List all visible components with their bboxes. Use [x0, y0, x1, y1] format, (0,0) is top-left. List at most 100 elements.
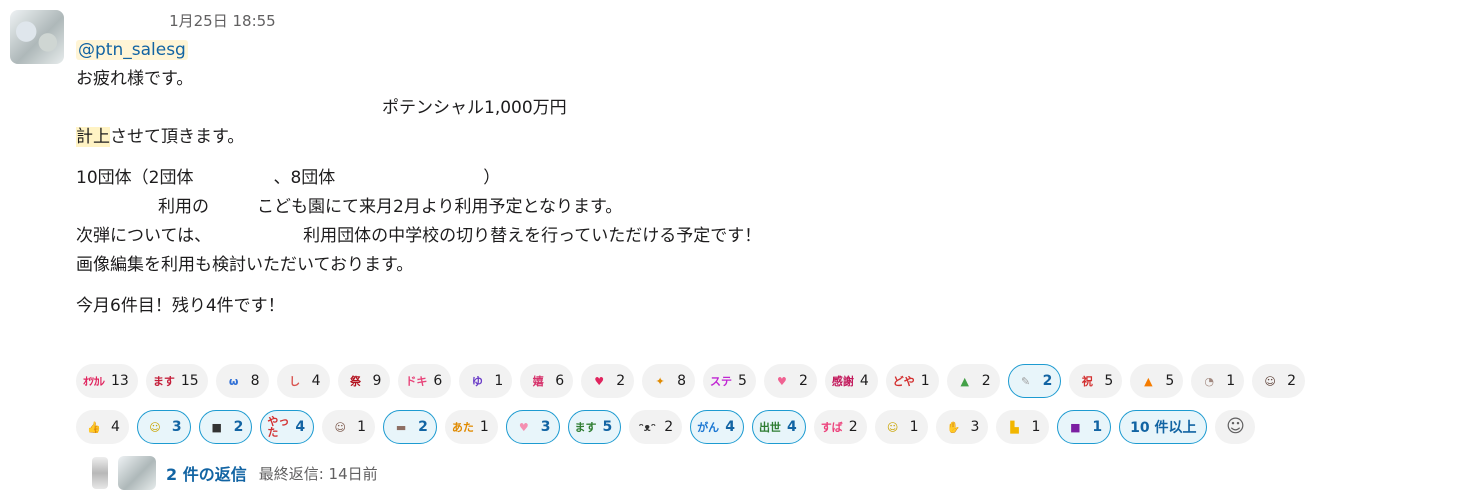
sender-name[interactable] — [76, 10, 164, 26]
reaction-count: 4 — [786, 419, 797, 435]
reaction-pill[interactable]: ♥ 3 — [505, 410, 560, 444]
reaction-count: 8 — [250, 373, 260, 389]
body-line: 今月6件目！残り4件です！ — [76, 296, 285, 316]
add-reaction-icon: ☺ — [1226, 416, 1245, 437]
reaction-count: 4 — [859, 373, 869, 389]
tiny-person-emoji: ☺ — [334, 420, 346, 434]
reaction-pill[interactable]: ω8 — [215, 364, 269, 398]
reaction-count: 8 — [677, 373, 687, 389]
reaction-pill[interactable]: どや 1 — [885, 364, 939, 398]
two-hearts-emoji: ♥ — [777, 374, 787, 388]
reaction-pill[interactable]: 感謝 4 — [824, 364, 878, 398]
smile-face-emoji: ☺ — [886, 420, 899, 434]
yattane-emoji: やった — [267, 415, 290, 439]
heart-sparkle-emoji: ♥ — [594, 374, 605, 388]
reaction-count: 1 — [494, 373, 504, 389]
reaction-bar: ｵﾂｶﾚ 13 ます 15 ω 8 し 4 祭 9 ドキ 6 ゆ 1 嬉 6 ♥ 2 ✦ 8 ステ 5 ♥ 2 感謝 4 どや 1 ▲ 2… — [76, 364, 1406, 456]
totemo-ureshii-emoji: 嬉 — [532, 374, 544, 388]
reaction-pill[interactable]: 祝5 — [1069, 364, 1123, 398]
redacted-text — [209, 199, 257, 215]
reaction-pill[interactable]: ▙ 1 — [996, 410, 1050, 444]
reaction-pill[interactable]: ステ 5 — [703, 364, 756, 398]
reaction-pill[interactable]: ゆ1 — [459, 364, 513, 398]
yu-emoji: ゆ — [471, 374, 483, 388]
iwai-emoji: 祝 — [1081, 374, 1093, 388]
sender-avatar[interactable] — [10, 10, 64, 64]
reaction-pill[interactable]: ◔ 1 — [1191, 364, 1245, 398]
reaction-pill[interactable]: ☺ 3 — [136, 410, 191, 444]
clap-emoji: ✋ — [946, 420, 961, 434]
reaction-pill[interactable]: ます 5 — [567, 410, 622, 444]
reaction-count: 4 — [111, 419, 120, 435]
reaction-count: 1 — [479, 419, 489, 435]
photo-emoji: ▬ — [395, 420, 407, 434]
masumasu-green-emoji: ます — [574, 420, 597, 434]
reaction-pill[interactable]: 出世 4 — [751, 410, 806, 444]
reaction-pill[interactable]: ▲ 2 — [946, 364, 1000, 398]
body-line: 計上させて頂きます。 — [76, 127, 245, 147]
thread-summary[interactable]: 2 件の返信 最終返信: 14日前 — [92, 455, 378, 491]
message-header: 1月25日 18:55 — [76, 10, 276, 34]
reply-count-link[interactable]: 2 件の返信 — [166, 461, 247, 485]
reaction-pill[interactable]: ■ 2 — [198, 410, 253, 444]
reaction-count: 4 — [295, 419, 306, 435]
shinchan-emoji: し — [289, 374, 301, 388]
reaction-count: 2 — [418, 419, 428, 435]
reaction-count: 13 — [111, 373, 129, 389]
reaction-count: 1 — [920, 373, 930, 389]
body-line: 利用の こども園にて来月2月より利用予定となります。 — [76, 193, 1436, 222]
reaction-pill[interactable]: あた 1 — [444, 410, 498, 444]
reaction-count: 9 — [372, 373, 382, 389]
reaction-pill[interactable]: ☺ 2 — [1252, 364, 1306, 398]
reaction-count: 2 — [798, 373, 808, 389]
thumbs-up-emoji: 👍 — [87, 420, 101, 434]
reaction-count: 5 — [602, 419, 613, 435]
reaction-pill[interactable]: がん 4 — [690, 410, 744, 444]
reaction-pill[interactable]: ■ 1 — [1057, 410, 1112, 444]
reaction-pill[interactable]: ✦ 8 — [642, 364, 696, 398]
reaction-count: 1 — [1226, 373, 1236, 389]
redacted-text — [211, 228, 303, 244]
subarashii-emoji: すば — [820, 420, 843, 434]
reaction-pill[interactable]: ♥ 2 — [763, 364, 817, 398]
mention-link[interactable]: @ptn_salesg — [76, 40, 188, 60]
reaction-pill[interactable]: ✋ 3 — [935, 410, 989, 444]
body-line: 10団体（2団体 、8団体） — [76, 168, 501, 188]
kansha-emoji: 感謝 — [831, 374, 854, 388]
reaction-count: 2 — [664, 419, 674, 435]
reaction-pill[interactable]: ☺ 1 — [322, 410, 376, 444]
reaction-pill[interactable]: 👍 4 — [76, 410, 129, 444]
message-timestamp[interactable]: 1月25日 18:55 — [169, 12, 276, 30]
reaction-pill[interactable]: ▲ 5 — [1130, 364, 1184, 398]
matsuri-emoji: 祭 — [350, 374, 361, 388]
reaction-pill[interactable]: ▬ 2 — [383, 410, 437, 444]
dokidoki-emoji: ドキ — [405, 374, 428, 388]
reaction-count: 5 — [1165, 373, 1175, 389]
reaction-pill[interactable]: 祭9 — [337, 364, 391, 398]
pink-heart-emoji: ♥ — [518, 420, 529, 434]
add-reaction-button[interactable]: ☺ — [1215, 410, 1256, 444]
reaction-pill[interactable]: やった 4 — [260, 410, 315, 444]
reaction-pill[interactable]: ます 15 — [145, 364, 208, 398]
highlighted-text: 計上 — [76, 127, 110, 147]
reaction-pill[interactable]: し4 — [276, 364, 330, 398]
reaction-pill[interactable]: ｵﾂｶﾚ 13 — [76, 364, 138, 398]
reaction-count: 2 — [981, 373, 991, 389]
reaction-pill[interactable]: ♥ 2 — [581, 364, 635, 398]
portrait-emoji: ■ — [211, 420, 222, 434]
reaction-pill[interactable]: ☺ 1 — [874, 410, 928, 444]
reaction-pill[interactable]: ᵔᴥᵔ 2 — [629, 410, 683, 444]
reaction-pill[interactable]: 嬉6 — [520, 364, 574, 398]
body-line: ポテンシャル1,000万円 — [76, 94, 1436, 123]
anime-girl-emoji: ■ — [1070, 420, 1081, 434]
reaction-pill[interactable]: ドキ 6 — [398, 364, 452, 398]
suteki-emoji: ステ — [710, 374, 733, 388]
message-body: @ptn_salesg お疲れ様です。 ポテンシャル1,000万円 計上させて頂… — [76, 36, 1436, 321]
party-popper-emoji: ✦ — [655, 374, 665, 388]
reaction-count: 6 — [433, 373, 443, 389]
reaction-pill[interactable]: すば 2 — [813, 410, 867, 444]
reaction-pill[interactable]: ✎ 2 — [1007, 364, 1062, 398]
reaction-count: 2 — [616, 373, 626, 389]
reaction-count: 3 — [540, 419, 551, 435]
more-reactions-button[interactable]: 10 件以上 — [1119, 410, 1208, 444]
